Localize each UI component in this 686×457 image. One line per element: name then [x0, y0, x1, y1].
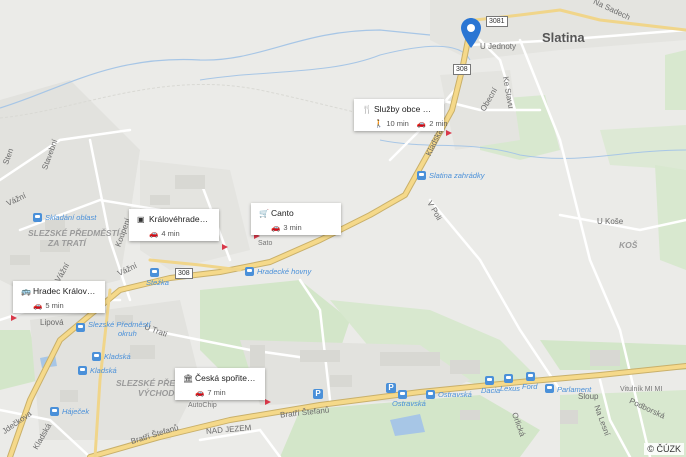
town-label-slatina: Slatina [542, 30, 585, 45]
walk-icon: 🚶 [374, 119, 384, 128]
bus-stop-label[interactable]: Dacia [481, 386, 500, 395]
bus-stop-icon[interactable] [526, 372, 535, 381]
bus-stop-label[interactable]: Ostravská [438, 390, 472, 399]
place-marker-arrow-icon[interactable] [445, 129, 453, 137]
place-card-hradec-kralove[interactable]: 🚌Hradec Králové-Sl... 🚗5 min [13, 281, 105, 313]
bus-stop-label[interactable]: Lexus [500, 384, 520, 393]
street-label: U Jednoty [480, 42, 517, 51]
bus-stop-label[interactable]: Stežka [146, 278, 169, 287]
location-pin-icon[interactable] [461, 18, 481, 48]
bus-stop-label[interactable]: Skladání oblast [45, 213, 96, 222]
bus-stop-label[interactable]: Kladská [104, 352, 131, 361]
green-area [600, 125, 686, 170]
shop-icon: 🛒 [259, 209, 269, 218]
bus-stop-icon[interactable] [417, 171, 426, 180]
place-card-canto[interactable]: 🛒 Canto 🚗 3 min [251, 203, 341, 235]
bus-stop-icon[interactable] [426, 390, 435, 399]
bus-icon: 🚌 [21, 287, 31, 296]
street-label: Lipová [40, 318, 64, 327]
poi-label[interactable]: Sato [258, 240, 272, 247]
place-card-times: 🚗 4 min [149, 229, 180, 238]
place-card-ceska-sporitelna[interactable]: 🏛 Česká spořitelna 🚗 7 min [175, 368, 265, 400]
bus-stop-icon[interactable] [398, 390, 407, 399]
car-icon: 🚗 [195, 388, 205, 397]
car-icon: 🚗 [271, 223, 281, 232]
bus-stop-label[interactable]: Parlament [557, 385, 591, 394]
map-attribution[interactable]: © ČÚZK [644, 443, 684, 455]
place-card-kralovehradecka[interactable]: ▣Královéhradecká ... 🚗4 min [129, 209, 219, 241]
bus-stop-label[interactable]: Ostravská [392, 399, 426, 408]
place-card-title: 🛒 Canto [259, 208, 294, 218]
bus-stop-label[interactable]: Slezské Předměstí okruh [88, 320, 151, 338]
district-label-slezske-predmesti-za-trati: SLEZSKÉ PŘEDMĚSTÍ- ZA TRATÍ [28, 228, 122, 248]
place-card-times: 🚶 10 min 🚗 2 min [374, 119, 448, 128]
street-label: U Koše [597, 217, 624, 226]
place-marker-arrow-icon[interactable] [221, 243, 229, 251]
bus-stop-icon[interactable] [504, 374, 513, 383]
bus-stop-label[interactable]: Kladská [90, 366, 117, 375]
poi-label[interactable]: Vitulník MI MI [620, 386, 662, 393]
place-card-sluzby-obce[interactable]: 🍴Služby obce Holo... 🚶10 min🚗2 min [354, 99, 448, 131]
car-icon: 🚗 [33, 301, 43, 310]
bus-stop-label[interactable]: Háječek [62, 407, 89, 416]
bus-stop-icon[interactable] [76, 323, 85, 332]
poi-label[interactable]: AutoChip [188, 402, 217, 409]
bus-stop-label[interactable]: Ford [522, 382, 537, 391]
place-card-title: 🏛 Česká spořitelna [183, 373, 257, 383]
place-marker-arrow-icon[interactable] [10, 314, 18, 322]
road-number-shield: 308 [175, 268, 193, 279]
parking-icon[interactable]: P [386, 383, 396, 393]
district-label-kos: KOŠ [619, 240, 638, 250]
bank-icon: 🏛 [183, 374, 194, 383]
bus-stop-icon[interactable] [485, 376, 494, 385]
green-area [665, 50, 686, 110]
place-card-title: 🍴Služby obce Holo... [362, 104, 436, 114]
road-number-shield: 308 [453, 64, 471, 75]
road-number-shield: 3081 [486, 16, 508, 27]
bus-stop-label[interactable]: Hradecké hovny [257, 267, 311, 276]
place-card-times: 🚗 5 min [33, 301, 64, 310]
place-card-times: 🚗 3 min [271, 223, 302, 232]
place-marker-arrow-icon[interactable] [264, 398, 272, 406]
bus-stop-icon[interactable] [78, 366, 87, 375]
place-card-times: 🚗 7 min [195, 388, 226, 397]
bus-stop-label[interactable]: Slatina zahrádky [429, 171, 484, 180]
place-card-title: ▣Královéhradecká ... [137, 214, 211, 224]
restaurant-icon: 🍴 [362, 105, 372, 114]
bus-stop-icon[interactable] [245, 267, 254, 276]
bus-stop-icon[interactable] [50, 407, 59, 416]
bus-stop-icon[interactable] [150, 268, 159, 277]
bus-stop-icon[interactable] [545, 384, 554, 393]
bus-stop-icon[interactable] [92, 352, 101, 361]
car-icon: 🚗 [416, 119, 427, 128]
place-card-title: 🚌Hradec Králové-Sl... [21, 286, 97, 296]
car-icon: 🚗 [149, 229, 159, 238]
parking-icon[interactable]: P [313, 389, 323, 399]
building-icon: ▣ [137, 215, 145, 224]
bus-stop-icon[interactable] [33, 213, 42, 222]
